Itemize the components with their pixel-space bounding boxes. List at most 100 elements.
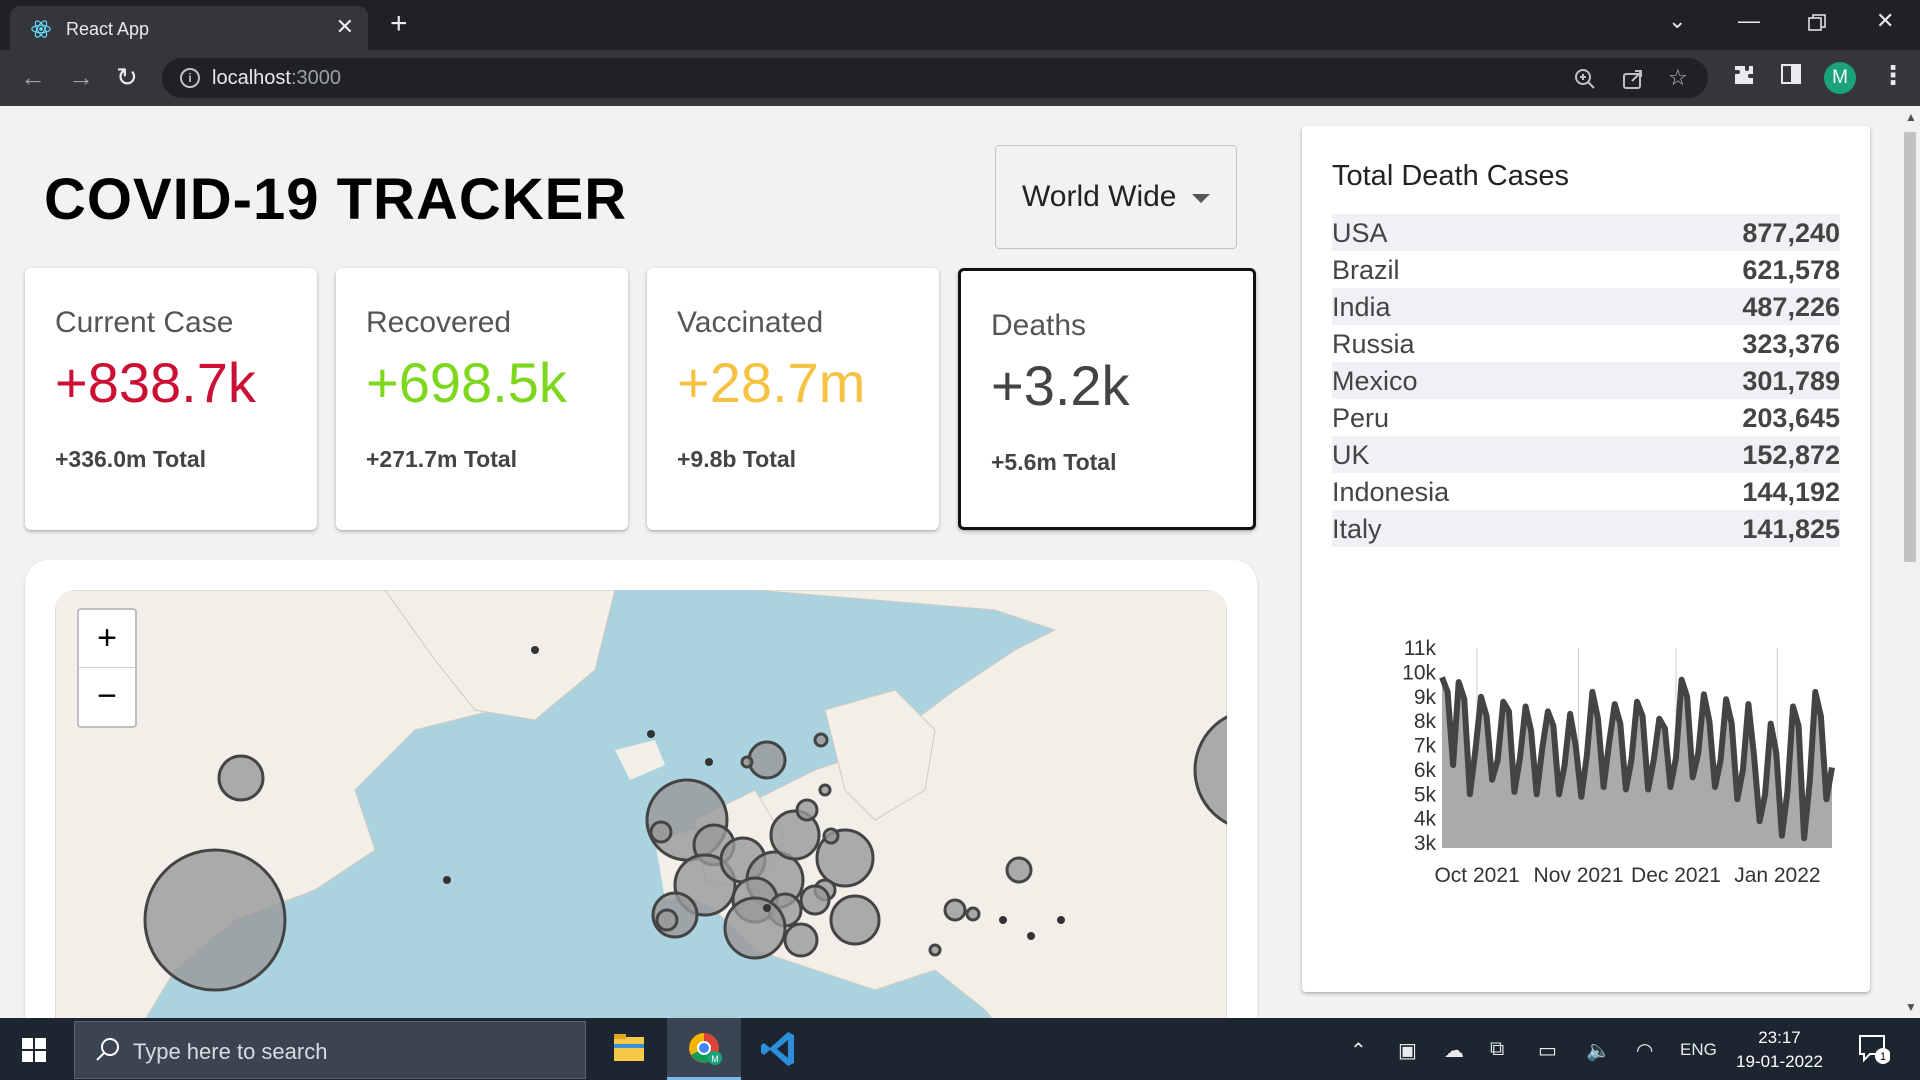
scroll-down-arrow-icon[interactable]: ▼: [1905, 1000, 1917, 1014]
tray-chevron-up-icon[interactable]: ⌃: [1350, 1038, 1367, 1063]
extensions-icon[interactable]: [1732, 63, 1756, 87]
notification-icon[interactable]: 1: [1858, 1034, 1890, 1064]
y-tick-label: 11k: [1404, 637, 1437, 660]
x-tick-label: Oct 2021: [1434, 864, 1519, 886]
forward-icon[interactable]: →: [68, 62, 94, 92]
scroll-up-arrow-icon[interactable]: ▲: [1905, 110, 1917, 124]
vscode-taskbar-icon[interactable]: [742, 1018, 816, 1080]
meet-now-icon[interactable]: ▣: [1398, 1038, 1417, 1063]
zoom-icon[interactable]: [1574, 68, 1596, 90]
table-row: USA 877,240: [1332, 214, 1840, 251]
table-row: Peru 203,645: [1332, 399, 1840, 436]
map-card: + −: [25, 560, 1257, 1018]
address-bar[interactable]: i localhost:3000 ☆: [162, 58, 1708, 98]
country-select-value: World Wide: [1022, 180, 1177, 213]
country-name: Brazil: [1332, 255, 1400, 285]
card-value: +3.2k: [991, 354, 1130, 417]
browser-toolbar: ← → ↻ i localhost:3000 ☆ M ⋮: [0, 50, 1920, 106]
info-icon[interactable]: i: [180, 68, 200, 88]
x-tick-label: Dec 2021: [1631, 864, 1721, 886]
screen-capture-icon[interactable]: ⧉: [1490, 1038, 1504, 1061]
death-count: 144,192: [1742, 477, 1840, 507]
country-name: Italy: [1332, 514, 1382, 544]
table-row: Russia 323,376: [1332, 325, 1840, 362]
chevron-down-icon: [1192, 194, 1210, 203]
panel-title: Total Death Cases: [1332, 160, 1569, 192]
share-icon[interactable]: [1622, 68, 1644, 90]
restore-button[interactable]: [1808, 14, 1826, 32]
volume-icon[interactable]: 🔈: [1586, 1038, 1611, 1063]
x-tick-label: Jan 2022: [1734, 864, 1820, 886]
world-map[interactable]: + −: [55, 590, 1227, 1018]
url-text[interactable]: localhost:3000: [212, 67, 341, 90]
battery-icon[interactable]: ▭: [1538, 1038, 1557, 1063]
x-tick-label: Nov 2021: [1534, 864, 1624, 886]
tab-close-button[interactable]: ✕: [336, 15, 354, 39]
new-tab-button[interactable]: +: [390, 9, 408, 39]
profile-avatar[interactable]: M: [1824, 62, 1856, 94]
death-count: 203,645: [1742, 403, 1840, 433]
card-vaccinated[interactable]: Vaccinated +28.7m +9.8b Total: [647, 268, 939, 530]
y-tick-label: 5k: [1414, 783, 1437, 806]
scroll-thumb[interactable]: [1904, 132, 1916, 562]
tab-title: React App: [66, 19, 150, 39]
card-deaths[interactable]: Deaths +3.2k +5.6m Total: [958, 268, 1256, 530]
death-count: 141,825: [1742, 514, 1840, 544]
y-tick-label: 9k: [1414, 686, 1437, 709]
windows-start-icon[interactable]: [22, 1038, 46, 1062]
table-row: Italy 141,825: [1332, 510, 1840, 547]
card-label: Current Case: [55, 306, 234, 339]
minimize-button[interactable]: —: [1738, 8, 1760, 34]
country-name: Mexico: [1332, 366, 1418, 396]
page-viewport: COVID-19 TRACKER World Wide Current Case…: [0, 106, 1900, 1018]
zoom-in-button[interactable]: +: [79, 610, 135, 668]
wifi-icon[interactable]: ◠: [1636, 1038, 1653, 1063]
browser-tab[interactable]: React App ✕: [10, 6, 368, 50]
y-tick-label: 3k: [1414, 832, 1437, 855]
table-row: India 487,226: [1332, 288, 1840, 325]
y-tick-label: 10k: [1402, 661, 1436, 684]
back-icon[interactable]: ←: [20, 62, 46, 92]
table-row: Mexico 301,789: [1332, 362, 1840, 399]
death-count: 152,872: [1742, 440, 1840, 470]
chrome-taskbar-icon[interactable]: M: [667, 1018, 741, 1080]
page-scrollbar[interactable]: ▲ ▼: [1900, 106, 1920, 1018]
card-value: +838.7k: [55, 351, 256, 414]
card-value: +698.5k: [366, 351, 567, 414]
search-placeholder: Type here to search: [133, 1039, 328, 1064]
sidepanel-icon[interactable]: [1780, 63, 1802, 85]
taskbar-clock[interactable]: 23:17 19-01-2022: [1736, 1026, 1823, 1074]
death-cases-table: USA 877,240 Brazil 621,578 India 487,226 Ru…: [1332, 214, 1840, 547]
death-cases-panel: Total Death Cases USA 877,240 Brazil 621,5…: [1302, 126, 1870, 992]
country-name: USA: [1332, 218, 1388, 248]
search-icon: [96, 1038, 119, 1061]
taskbar-search-input[interactable]: Type here to search: [74, 1021, 586, 1079]
language-indicator[interactable]: ENG: [1680, 1040, 1717, 1060]
tab-search-icon[interactable]: ⌄: [1668, 8, 1686, 34]
card-label: Deaths: [991, 309, 1087, 342]
card-value: +28.7m: [677, 351, 866, 414]
react-logo-icon: [31, 20, 51, 38]
notification-count: 1: [1880, 1051, 1886, 1063]
reload-icon[interactable]: ↻: [116, 62, 138, 92]
menu-icon[interactable]: ⋮: [1880, 60, 1906, 91]
zoom-out-button[interactable]: −: [79, 668, 135, 726]
file-explorer-icon[interactable]: [592, 1018, 666, 1080]
death-count: 301,789: [1742, 366, 1840, 396]
onedrive-icon[interactable]: ☁: [1444, 1038, 1464, 1063]
card-total: +336.0m Total: [55, 446, 207, 472]
country-name: Peru: [1332, 403, 1390, 433]
page-title: COVID-19 TRACKER: [44, 167, 628, 232]
death-count: 487,226: [1742, 292, 1840, 322]
country-name: UK: [1332, 440, 1370, 470]
table-row: UK 152,872: [1332, 436, 1840, 473]
star-icon[interactable]: ☆: [1668, 65, 1688, 91]
card-current-case[interactable]: Current Case +838.7k +336.0m Total: [25, 268, 317, 530]
close-window-button[interactable]: ✕: [1876, 8, 1894, 34]
death-count: 323,376: [1742, 329, 1840, 359]
country-select[interactable]: World Wide: [995, 145, 1237, 249]
card-label: Recovered: [366, 306, 512, 339]
y-tick-label: 4k: [1414, 808, 1437, 831]
country-name: Indonesia: [1332, 477, 1450, 507]
card-recovered[interactable]: Recovered +698.5k +271.7m Total: [336, 268, 628, 530]
